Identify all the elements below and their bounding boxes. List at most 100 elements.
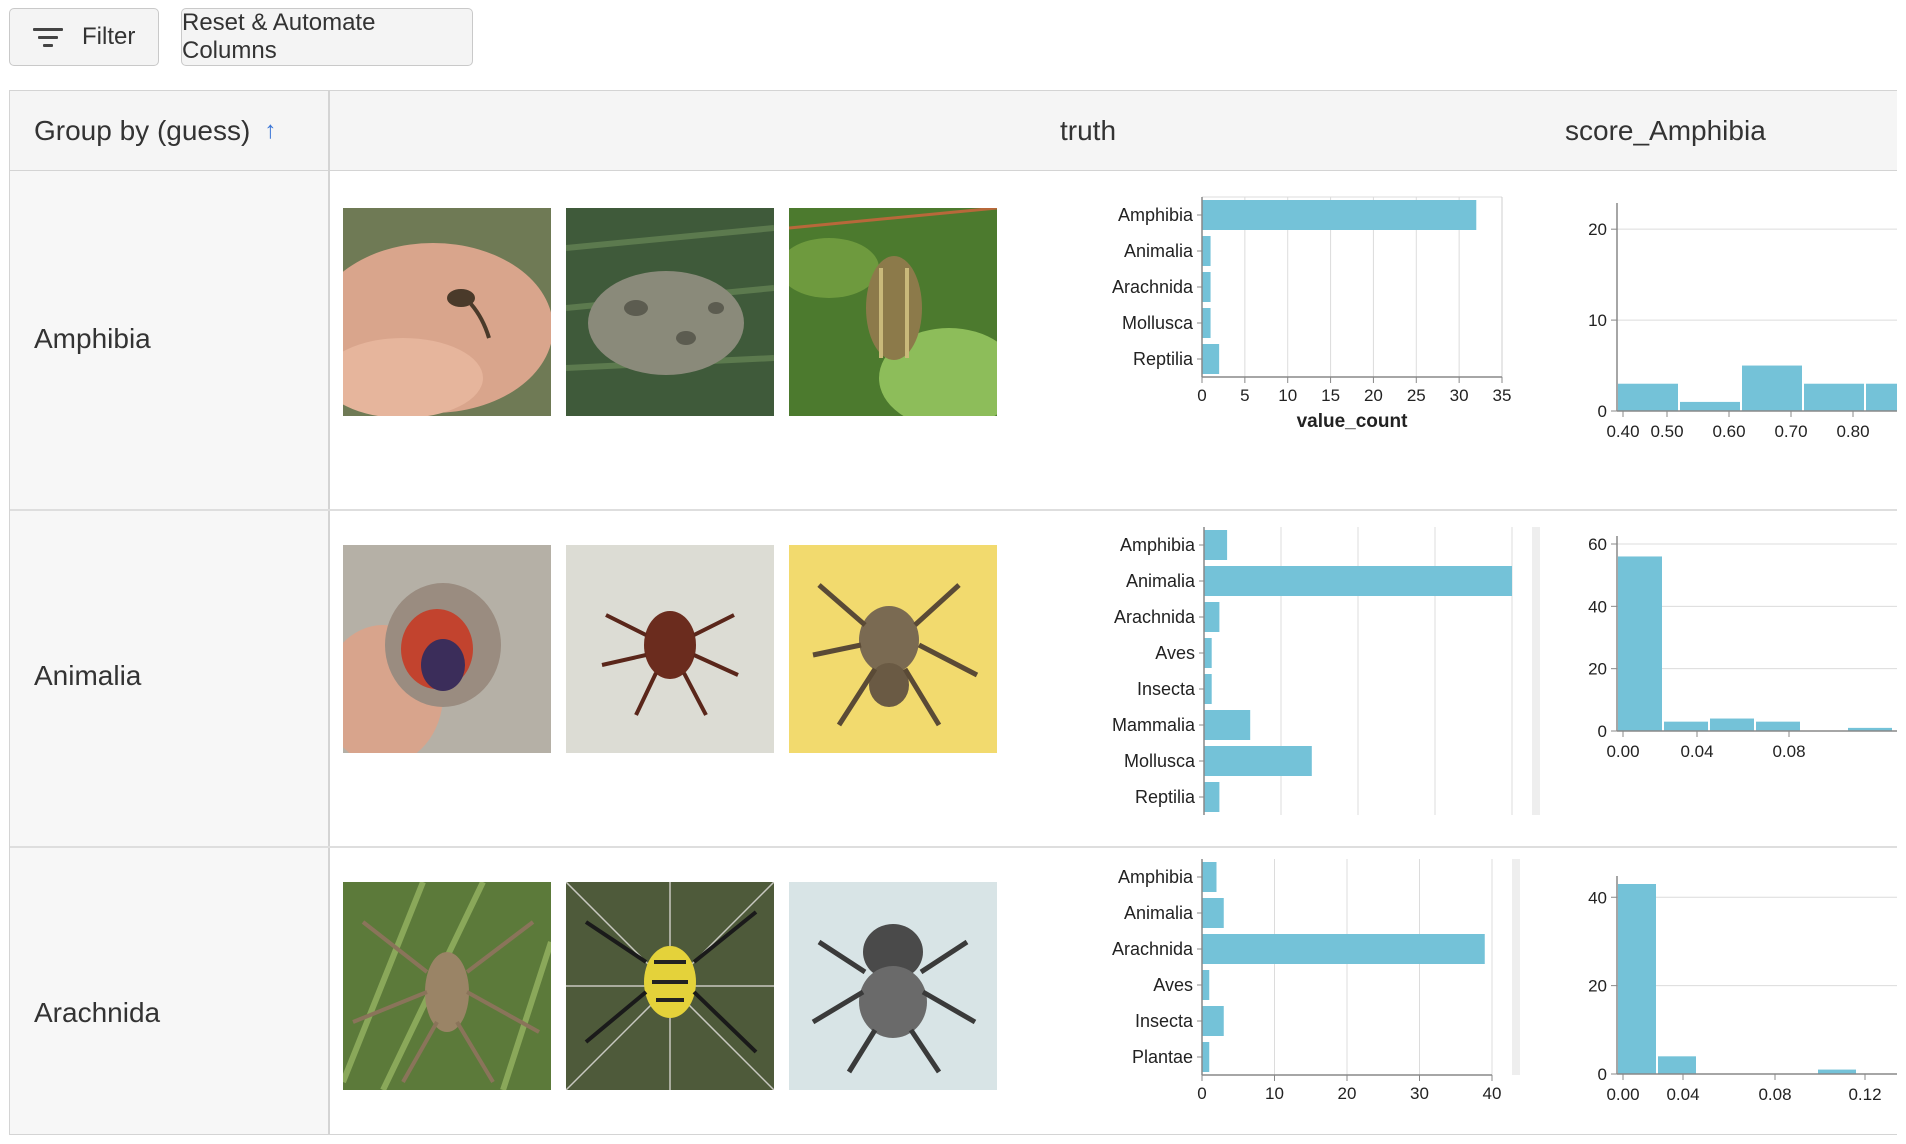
x-tick-label: 0.80 [1836, 422, 1869, 441]
bar-arachnida [1204, 602, 1220, 632]
bar-reptilia [1204, 782, 1220, 812]
group-label-amphibia: Amphibia [34, 323, 151, 354]
x-tick-label: 20 [1364, 386, 1383, 405]
toolbar: Filter Reset & Automate Columns [9, 8, 473, 68]
image-hermit-crab-shell[interactable] [343, 545, 551, 753]
reset-button-label: Reset & Automate Columns [182, 9, 376, 64]
x-tick-label: 0.04 [1666, 1085, 1699, 1104]
bar-reptilia [1202, 344, 1220, 374]
filter-button[interactable]: Filter [9, 8, 159, 66]
y-tick-label: Mammalia [1112, 715, 1196, 735]
column-divider [328, 91, 330, 1134]
y-tick-label: 20 [1588, 977, 1607, 996]
x-tick-label: 40 [1483, 1084, 1502, 1103]
y-tick-label: Animalia [1124, 241, 1194, 261]
bar-insecta [1202, 1006, 1224, 1036]
x-tick-label: 15 [1321, 386, 1340, 405]
y-tick-label: Arachnida [1112, 277, 1194, 297]
x-tick-label: 10 [1278, 386, 1297, 405]
group-by-header[interactable]: Group by (guess) ↑ [34, 91, 276, 171]
truth-bar-chart-amphibia: Amphibia Animalia Arachnida Mollusca Reptili… [1112, 196, 1512, 432]
image-jumping-spider-yellow[interactable] [789, 545, 997, 753]
score-amphibia-column-header[interactable]: score_Amphibia [1565, 91, 1766, 171]
truth-bar-chart-animalia: Amphibia Animalia Arachnida Aves Insecta Mamm… [1112, 527, 1540, 815]
y-tick-label: Reptilia [1135, 787, 1196, 807]
bar-amphibia [1202, 862, 1217, 892]
row-separator [10, 509, 1897, 511]
bar-animalia [1202, 898, 1224, 928]
y-tick-label: Reptilia [1133, 349, 1194, 369]
x-tick-label: 0 [1197, 386, 1206, 405]
x-tick-label: 0.00 [1606, 742, 1639, 761]
y-tick-label: Aves [1155, 643, 1195, 663]
x-tick-label: 0.08 [1758, 1085, 1791, 1104]
histogram-bin [1618, 556, 1662, 731]
x-tick-label: 30 [1410, 1084, 1429, 1103]
image-garden-spider-web[interactable] [566, 882, 774, 1090]
histogram-bin [1710, 718, 1754, 731]
y-tick-label: 60 [1588, 535, 1607, 554]
x-tick-label: 0.12 [1848, 1085, 1881, 1104]
histogram-bin [1664, 721, 1708, 731]
histogram-bin [1658, 1056, 1696, 1074]
y-tick-label: Amphibia [1118, 205, 1194, 225]
x-tick-label: 20 [1338, 1084, 1357, 1103]
filter-button-label: Filter [82, 23, 136, 50]
group-label-arachnida: Arachnida [34, 997, 161, 1028]
x-tick-label: 35 [1493, 386, 1512, 405]
truth-column-header[interactable]: truth [1060, 91, 1116, 171]
x-tick-label: 10 [1265, 1084, 1284, 1103]
image-toad-on-grass[interactable] [566, 208, 774, 416]
reset-automate-columns-button[interactable]: Reset & Automate Columns [181, 8, 473, 66]
image-tick-on-plastic[interactable] [566, 545, 774, 753]
image-frog-in-leaves[interactable] [789, 208, 997, 416]
y-tick-label: Arachnida [1112, 939, 1194, 959]
chart-scrollbar [1532, 527, 1540, 815]
y-tick-label: 20 [1588, 220, 1607, 239]
y-tick-label: Animalia [1124, 903, 1194, 923]
score-histogram-amphibia: 0 10 20 0.40 0.50 0.60 0.70 0.80 [1588, 203, 1897, 441]
histogram-bin [1742, 365, 1802, 411]
histogram-bin [1866, 383, 1897, 411]
score-header-label: score_Amphibia [1565, 115, 1766, 146]
y-tick-label: 0 [1598, 1065, 1607, 1084]
x-tick-label: 0.50 [1650, 422, 1683, 441]
bar-amphibia [1204, 530, 1228, 560]
histogram-bin [1756, 721, 1800, 731]
image-jumping-spider-white[interactable] [789, 882, 997, 1090]
bar-amphibia [1202, 200, 1477, 230]
x-tick-label: 5 [1240, 386, 1249, 405]
bar-mammalia [1204, 710, 1251, 740]
y-tick-label: 40 [1588, 597, 1607, 616]
bar-plantae [1202, 1042, 1210, 1072]
y-tick-label: 0 [1598, 402, 1607, 421]
row-separator [10, 846, 1897, 848]
truth-bar-chart-arachnida: Amphibia Animalia Arachnida Aves Insecta Plan… [1112, 859, 1520, 1103]
table-header: Group by (guess) ↑ truth score_Amphibia [10, 91, 1897, 171]
y-tick-label: 10 [1588, 311, 1607, 330]
x-tick-label: 25 [1407, 386, 1426, 405]
image-tadpole-in-hand[interactable] [343, 208, 551, 416]
score-histogram-animalia: 0 20 40 60 0.00 0.04 0.08 [1588, 535, 1897, 761]
y-tick-label: Arachnida [1114, 607, 1196, 627]
histogram-bin [1618, 383, 1678, 411]
x-tick-label: 30 [1450, 386, 1469, 405]
histogram-bin [1680, 401, 1740, 411]
x-tick-label: 0.04 [1680, 742, 1713, 761]
histogram-bin [1804, 383, 1864, 411]
sort-ascending-icon[interactable]: ↑ [264, 117, 276, 145]
x-tick-label: 0.40 [1606, 422, 1639, 441]
grouped-table: Group by (guess) ↑ truth score_Amphibia … [9, 90, 1897, 1135]
image-spider-in-grass[interactable] [343, 882, 551, 1090]
y-tick-label: Plantae [1132, 1047, 1193, 1067]
group-by-header-label: Group by (guess) [34, 115, 251, 146]
bar-arachnida [1202, 934, 1485, 964]
bar-arachnida [1202, 272, 1211, 302]
x-tick-label: 0.08 [1772, 742, 1805, 761]
y-tick-label: Insecta [1135, 1011, 1194, 1031]
y-tick-label: Mollusca [1122, 313, 1194, 333]
y-tick-label: Animalia [1126, 571, 1196, 591]
bar-aves [1202, 970, 1210, 1000]
y-tick-label: Amphibia [1118, 867, 1194, 887]
x-tick-label: 0.00 [1606, 1085, 1639, 1104]
